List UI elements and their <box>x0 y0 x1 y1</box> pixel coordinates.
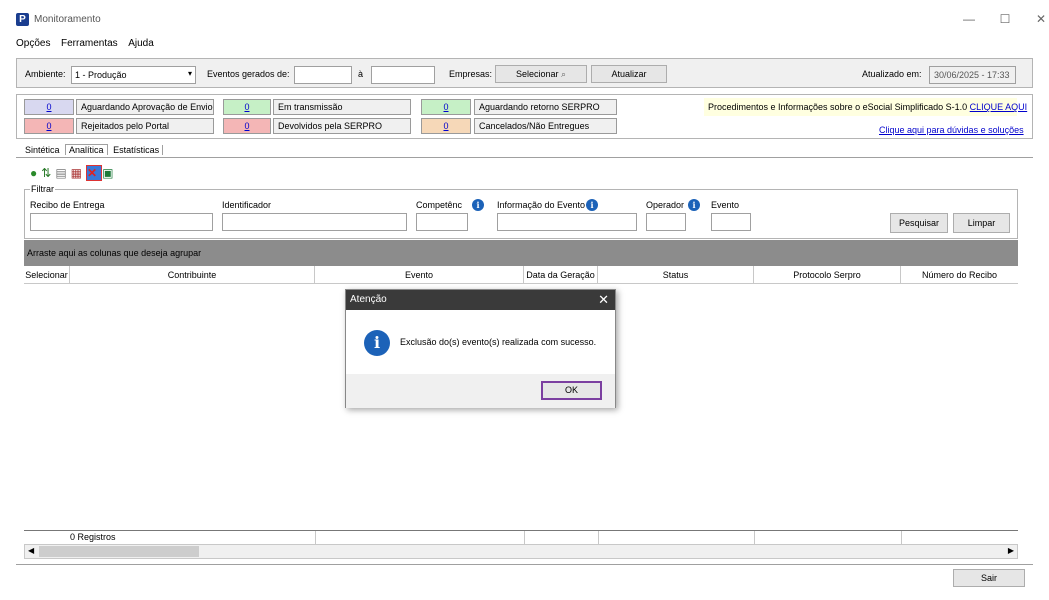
evento-label: Evento <box>711 200 740 210</box>
dialog-footer: OK <box>346 374 615 408</box>
cancelados-count[interactable]: 0 <box>421 118 471 134</box>
identificador-input[interactable] <box>222 213 407 231</box>
search-icon: ⌕ <box>561 69 567 79</box>
excel-icon[interactable]: ▣ <box>102 166 117 180</box>
info-text: Procedimentos e Informações sobre o eSoc… <box>708 102 968 112</box>
rejeitados-count[interactable]: 0 <box>24 118 74 134</box>
atualizado-label: Atualizado em: <box>862 69 922 79</box>
grid-header: Selecionar Contribuinte Evento Data da G… <box>24 266 1018 284</box>
menu-bar: Opções Ferramentas Ajuda <box>16 38 162 52</box>
informacao-input[interactable] <box>497 213 637 231</box>
atualizar-button[interactable]: Atualizar <box>591 65 667 83</box>
devolvidos-label: Devolvidos pela SERPRO <box>273 118 411 134</box>
pesquisar-button[interactable]: Pesquisar <box>890 213 948 233</box>
recibo-input[interactable] <box>30 213 213 231</box>
col-selecionar[interactable]: Selecionar <box>24 266 70 284</box>
col-status[interactable]: Status <box>598 266 754 284</box>
em-transmissao-label: Em transmissão <box>273 99 411 115</box>
app-logo-icon: P <box>16 13 29 26</box>
ok-button[interactable]: OK <box>541 381 602 400</box>
cancelados-label: Cancelados/Não Entregues <box>474 118 617 134</box>
globe-icon[interactable]: ● <box>30 166 41 180</box>
title-bar <box>0 0 1049 38</box>
close-icon[interactable]: ✕ <box>598 290 609 310</box>
data-fim-input[interactable] <box>371 66 435 84</box>
horizontal-scrollbar[interactable]: ◀ ▶ <box>24 544 1018 559</box>
operador-label: Operador <box>646 200 685 210</box>
registros-count: 0 Registros <box>70 532 116 542</box>
competencia-label: Competênc <box>416 200 463 210</box>
transmit-icon[interactable]: ⇅ <box>41 166 55 180</box>
info-banner: Procedimentos e Informações sobre o eSoc… <box>704 98 1027 116</box>
group-by-area[interactable]: Arraste aqui as colunas que deseja agrup… <box>24 240 1018 266</box>
menu-opcoes[interactable]: Opções <box>16 38 50 49</box>
atualizado-value: 30/06/2025 - 17:33 <box>934 70 1010 80</box>
tab-bar: Sintética Analítica Estatísticas <box>22 144 164 155</box>
tab-sintetica[interactable]: Sintética <box>22 145 63 155</box>
ambiente-select[interactable]: 1 - Produção ▾ <box>71 66 196 84</box>
minimize-button[interactable]: — <box>954 10 984 28</box>
info-icon[interactable]: i <box>472 199 484 211</box>
scroll-left-icon[interactable]: ◀ <box>28 546 34 555</box>
window-title: Monitoramento <box>34 14 101 25</box>
data-inicio-input[interactable] <box>294 66 352 84</box>
operador-input[interactable] <box>646 213 686 231</box>
menu-ferramentas[interactable]: Ferramentas <box>61 38 118 49</box>
col-data-geracao[interactable]: Data da Geração <box>524 266 598 284</box>
selecionar-label: Selecionar <box>515 69 559 79</box>
informacao-label: Informação do Evento <box>497 200 586 210</box>
col-protocolo[interactable]: Protocolo Serpro <box>754 266 901 284</box>
duvidas-link[interactable]: Clique aqui para dúvidas e soluções <box>879 125 1024 135</box>
devolvidos-count[interactable]: 0 <box>223 118 271 134</box>
scroll-right-icon[interactable]: ▶ <box>1008 546 1014 555</box>
close-window-button[interactable]: ✕ <box>1026 10 1049 28</box>
info-icon[interactable]: i <box>586 199 598 211</box>
col-contribuinte[interactable]: Contribuinte <box>70 266 315 284</box>
col-numero-recibo[interactable]: Número do Recibo <box>901 266 1018 284</box>
info-icon: i <box>364 330 390 356</box>
aguardando-retorno-count[interactable]: 0 <box>421 99 471 115</box>
chevron-down-icon: ▾ <box>187 69 192 78</box>
dialog-message: Exclusão do(s) evento(s) realizada com s… <box>400 337 597 347</box>
competencia-input[interactable] <box>416 213 468 231</box>
ambiente-value: 1 - Produção <box>75 70 127 80</box>
recibo-label: Recibo de Entrega <box>30 200 105 210</box>
a-label: à <box>358 69 364 79</box>
identificador-label: Identificador <box>222 200 272 210</box>
grid-footer: 0 Registros <box>24 530 1018 544</box>
empresas-label: Empresas: <box>449 69 493 79</box>
selecionar-button[interactable]: Selecionar ⌕ <box>495 65 587 83</box>
em-transmissao-count[interactable]: 0 <box>223 99 271 115</box>
tab-estatisticas[interactable]: Estatísticas <box>110 145 164 155</box>
tab-analitica[interactable]: Analítica <box>65 144 108 155</box>
filter-legend: Filtrar <box>30 184 55 194</box>
menu-ajuda[interactable]: Ajuda <box>128 38 154 49</box>
scroll-thumb[interactable] <box>39 546 199 557</box>
sair-button[interactable]: Sair <box>953 569 1025 587</box>
delete-icon[interactable]: ✕ <box>86 165 103 181</box>
copy-icon[interactable]: ▤ <box>55 166 70 180</box>
alert-dialog: Atenção ✕ i Exclusão do(s) evento(s) rea… <box>345 289 616 408</box>
limpar-button[interactable]: Limpar <box>953 213 1010 233</box>
calendar-icon[interactable]: ▦ <box>71 166 86 180</box>
eventos-label: Eventos gerados de: <box>207 69 290 79</box>
aguardando-aprovacao-label: Aguardando Aprovação de Envio <box>76 99 214 115</box>
info-icon[interactable]: i <box>688 199 700 211</box>
aguardando-retorno-label: Aguardando retorno SERPRO <box>474 99 617 115</box>
evento-input[interactable] <box>711 213 751 231</box>
dialog-title: Atenção <box>346 290 615 310</box>
rejeitados-label: Rejeitados pelo Portal <box>76 118 214 134</box>
col-evento[interactable]: Evento <box>315 266 524 284</box>
clique-aqui-link[interactable]: CLIQUE AQUI <box>970 102 1028 112</box>
ambiente-label: Ambiente: <box>25 69 66 79</box>
grid-toolbar: ●⇅▤▦✕▣ <box>30 165 117 181</box>
maximize-button[interactable]: ☐ <box>990 10 1020 28</box>
aguardando-aprovacao-count[interactable]: 0 <box>24 99 74 115</box>
